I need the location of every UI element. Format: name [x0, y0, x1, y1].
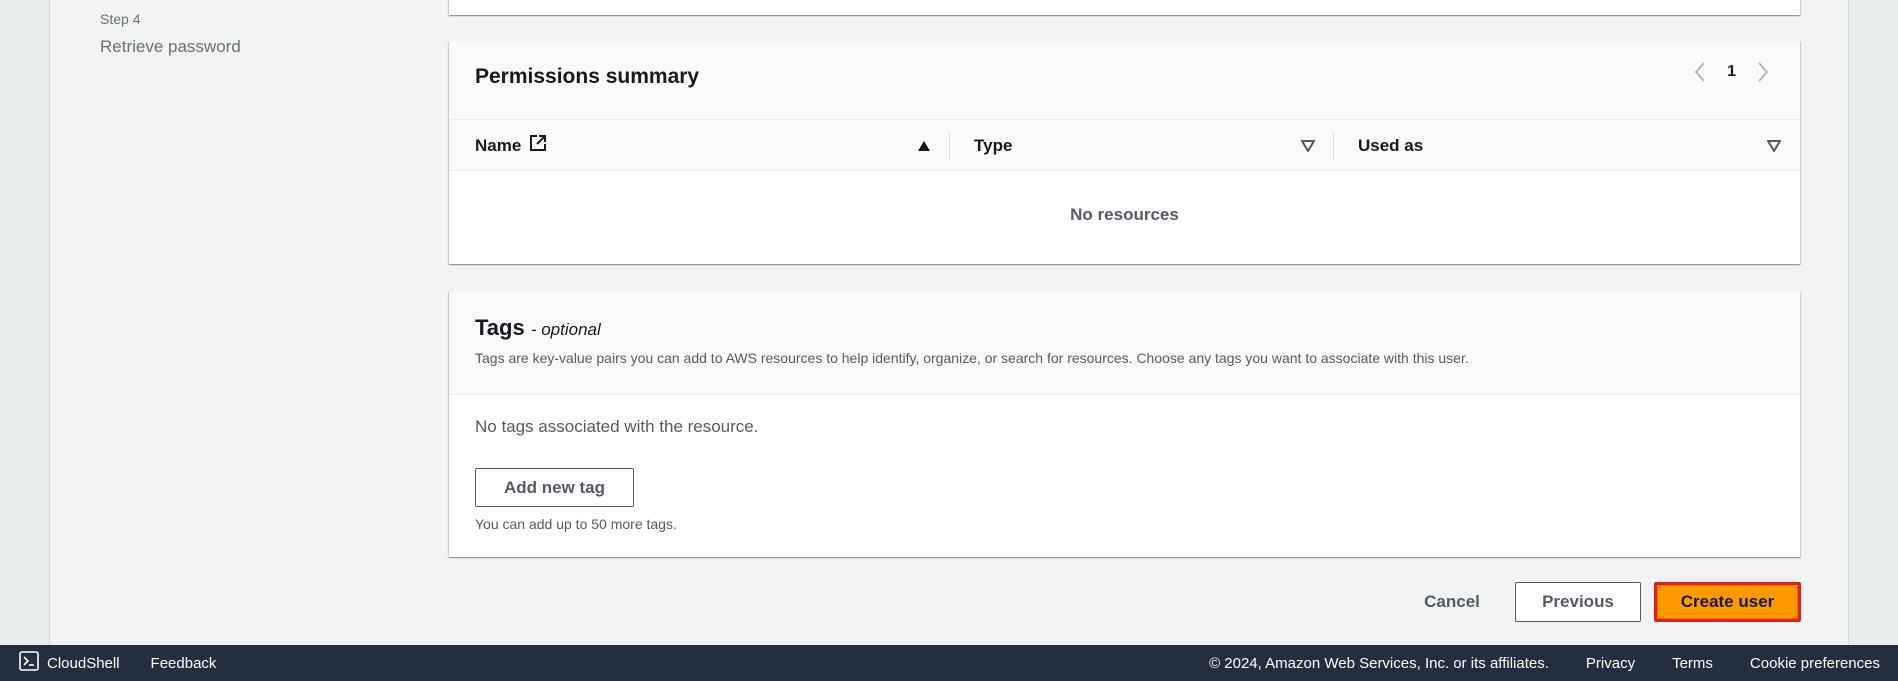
chevron-left-icon[interactable]	[1693, 61, 1707, 83]
cloudshell-link[interactable]: CloudShell	[47, 655, 120, 672]
permissions-table-header: Name Type Used as	[449, 120, 1800, 171]
create-user-button[interactable]: Create user	[1654, 582, 1801, 622]
sort-caret-down-icon[interactable]	[1766, 139, 1782, 157]
sort-caret-down-icon[interactable]	[1300, 139, 1316, 157]
tags-title-text: Tags	[475, 315, 525, 340]
column-header-name[interactable]: Name	[475, 120, 547, 171]
left-gutter	[0, 0, 50, 645]
column-divider[interactable]	[1333, 132, 1334, 160]
right-gutter	[1848, 0, 1898, 645]
chevron-right-icon[interactable]	[1756, 61, 1770, 83]
tags-panel: Tags - optional Tags are key-value pairs…	[449, 291, 1800, 557]
column-name-label: Name	[475, 135, 522, 155]
step-nav-retrieve-password[interactable]: Retrieve password	[100, 37, 241, 57]
terms-link[interactable]: Terms	[1672, 655, 1713, 672]
tags-title: Tags - optional	[475, 315, 601, 341]
step-number-label: Step 4	[100, 11, 141, 27]
permissions-summary-header: Permissions summary 1	[449, 41, 1800, 120]
tags-header: Tags - optional Tags are key-value pairs…	[449, 291, 1800, 395]
permissions-summary-panel: Permissions summary 1 Name Type Used as	[449, 41, 1800, 264]
external-link-icon	[529, 134, 547, 157]
previous-section-card	[449, 0, 1800, 15]
copyright-text: © 2024, Amazon Web Services, Inc. or its…	[1209, 654, 1549, 672]
cancel-button[interactable]: Cancel	[1412, 582, 1492, 622]
tags-optional-label: - optional	[530, 320, 601, 339]
page-number[interactable]: 1	[1727, 63, 1736, 81]
privacy-link[interactable]: Privacy	[1586, 655, 1635, 672]
feedback-link[interactable]: Feedback	[151, 655, 217, 672]
add-new-tag-button[interactable]: Add new tag	[475, 468, 634, 507]
cloudshell-icon[interactable]	[19, 651, 39, 675]
column-header-type[interactable]: Type	[974, 120, 1012, 171]
cookie-preferences-link[interactable]: Cookie preferences	[1750, 655, 1880, 672]
console-footer: CloudShell Feedback © 2024, Amazon Web S…	[0, 645, 1898, 681]
tags-limit-hint: You can add up to 50 more tags.	[475, 516, 677, 532]
previous-button[interactable]: Previous	[1515, 582, 1641, 622]
permissions-summary-title: Permissions summary	[475, 65, 700, 88]
column-divider[interactable]	[949, 132, 950, 160]
tags-description: Tags are key-value pairs you can add to …	[475, 350, 1469, 366]
no-tags-message: No tags associated with the resource.	[475, 417, 759, 436]
column-header-used-as[interactable]: Used as	[1358, 120, 1423, 171]
sort-ascending-icon[interactable]	[917, 139, 931, 157]
empty-table-message: No resources	[449, 171, 1800, 259]
pagination: 1	[1693, 61, 1770, 83]
